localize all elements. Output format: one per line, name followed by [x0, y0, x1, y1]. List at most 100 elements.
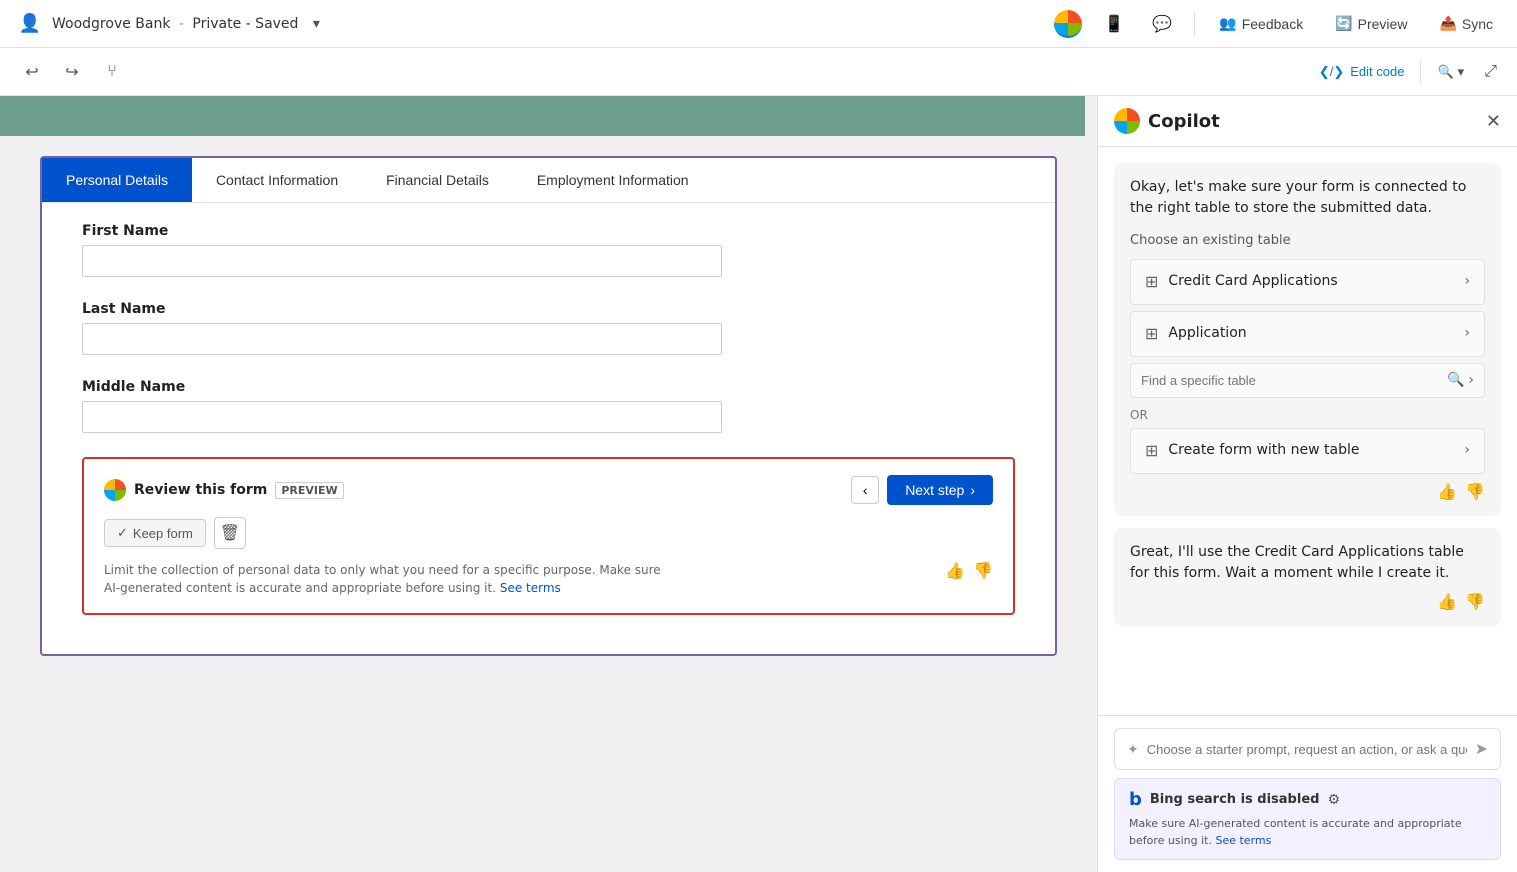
see-terms-link[interactable]: See terms — [500, 581, 561, 595]
topbar: 👤 Woodgrove Bank - Private - Saved ▾ 📱 💬… — [0, 0, 1517, 48]
next-step-button[interactable]: Next step › — [887, 475, 993, 505]
bing-see-terms-link[interactable]: See terms — [1215, 834, 1271, 847]
chevron-right-icon-3: › — [1464, 440, 1470, 461]
bing-notice: b Bing search is disabled ⚙ Make sure AI… — [1114, 778, 1501, 860]
form-body: First Name Last Name Middle Name — [42, 203, 1055, 635]
chat-message-2: Great, I'll use the Credit Card Applicat… — [1114, 528, 1501, 626]
chat-icon[interactable]: 💬 — [1146, 8, 1178, 40]
app-status: Private - Saved — [192, 16, 298, 32]
review-thumbs: 👍 👎 — [945, 561, 993, 581]
last-name-field: Last Name — [82, 301, 1015, 355]
copilot-review-icon — [104, 479, 126, 501]
feedback-label: Feedback — [1242, 16, 1303, 32]
search-icon: 🔍 — [1447, 370, 1464, 391]
middle-name-input[interactable] — [82, 401, 722, 433]
sync-button[interactable]: 📤 Sync — [1431, 11, 1501, 36]
send-button[interactable]: ➤ — [1475, 739, 1488, 759]
prev-arrow[interactable]: ‹ — [851, 476, 879, 504]
redo-button[interactable]: ↪ — [56, 56, 88, 88]
table-label-2: Application — [1168, 323, 1246, 344]
next-step-label: Next step — [905, 482, 964, 498]
chat-input-area: ✦ ➤ b Bing search is disabled ⚙ Make sur… — [1098, 715, 1517, 872]
chat-input-box: ✦ ➤ — [1114, 728, 1501, 770]
toolbar-divider — [1420, 60, 1421, 84]
copilot-title-text: Copilot — [1148, 111, 1220, 132]
expand-button[interactable]: ⤢ — [1480, 59, 1501, 85]
first-name-input[interactable] — [82, 245, 722, 277]
review-title: Review this form PREVIEW — [104, 479, 344, 501]
zoom-icon: 🔍 — [1437, 64, 1453, 80]
message-1-thumbs: 👍 👎 — [1130, 482, 1485, 502]
tab-contact-information[interactable]: Contact Information — [192, 158, 362, 202]
msg1-thumbs-down[interactable]: 👎 — [1465, 482, 1485, 502]
find-table-input[interactable] — [1141, 373, 1447, 388]
copilot-header: Copilot ✕ — [1098, 96, 1517, 147]
app-title: Woodgrove Bank - Private - Saved — [52, 16, 298, 32]
last-name-label: Last Name — [82, 301, 1015, 317]
close-button[interactable]: ✕ — [1486, 111, 1501, 132]
chevron-right-icon-1: › — [1464, 271, 1470, 292]
branch-button[interactable]: ⑂ — [96, 56, 128, 88]
canvas: Personal Details Contact Information Fin… — [0, 96, 1097, 872]
msg2-thumbs-down[interactable]: 👎 — [1465, 592, 1485, 612]
main-area: Personal Details Contact Information Fin… — [0, 96, 1517, 872]
or-label: OR — [1130, 406, 1485, 424]
tab-personal-details[interactable]: Personal Details — [42, 158, 192, 202]
keep-form-label: Keep form — [133, 526, 193, 541]
keep-form-button[interactable]: ✓ Keep form — [104, 519, 206, 547]
new-table-option[interactable]: ⊞ Create form with new table › — [1130, 428, 1485, 474]
chevron-down-btn[interactable]: ▾ — [306, 14, 326, 34]
preview-icon: 🔄 — [1335, 15, 1352, 32]
review-notice-text: Limit the collection of personal data to… — [104, 563, 661, 595]
form-tabs: Personal Details Contact Information Fin… — [42, 158, 1055, 203]
message-2-text: Great, I'll use the Credit Card Applicat… — [1130, 542, 1485, 584]
message-2-thumbs: 👍 👎 — [1130, 592, 1485, 612]
edit-code-button[interactable]: ❮/❯ Edit code — [1311, 60, 1413, 84]
canvas-header-bar — [0, 96, 1085, 136]
first-name-field: First Name — [82, 223, 1015, 277]
middle-name-field: Middle Name — [82, 379, 1015, 433]
edit-code-label: Edit code — [1350, 64, 1404, 79]
table-option-application[interactable]: ⊞ Application › — [1130, 311, 1485, 357]
msg2-thumbs-up[interactable]: 👍 — [1437, 592, 1457, 612]
tab-employment-information[interactable]: Employment Information — [513, 158, 713, 202]
delete-button[interactable]: 🗑 — [214, 517, 246, 549]
next-chevron-icon: › — [970, 482, 975, 498]
topbar-left: 👤 Woodgrove Bank - Private - Saved ▾ — [16, 10, 1042, 38]
last-name-input[interactable] — [82, 323, 722, 355]
gear-icon[interactable]: ⚙ — [1327, 792, 1340, 808]
thumbs-down-button[interactable]: 👎 — [973, 561, 993, 581]
canvas-inner: Personal Details Contact Information Fin… — [0, 96, 1097, 872]
form-container: Personal Details Contact Information Fin… — [40, 156, 1057, 656]
preview-button[interactable]: 🔄 Preview — [1327, 11, 1415, 36]
thumbs-up-button[interactable]: 👍 — [945, 561, 965, 581]
find-chevron-icon: › — [1468, 370, 1474, 391]
copilot-body: Okay, let's make sure your form is conne… — [1098, 147, 1517, 715]
bing-logo: b — [1129, 789, 1142, 810]
table-option-credit-card[interactable]: ⊞ Credit Card Applications › — [1130, 259, 1485, 305]
check-icon: ✓ — [117, 525, 128, 541]
copilot-icon[interactable] — [1054, 10, 1082, 38]
review-notice: Limit the collection of personal data to… — [104, 561, 664, 597]
feedback-icon: 👥 — [1219, 15, 1236, 32]
review-header: Review this form PREVIEW ‹ Next step › — [104, 475, 993, 505]
tab-financial-details[interactable]: Financial Details — [362, 158, 513, 202]
undo-button[interactable]: ↩ — [16, 56, 48, 88]
spark-icon-btn[interactable]: ✦ — [1127, 741, 1139, 758]
new-table-icon: ⊞ — [1145, 439, 1158, 463]
zoom-chevron: ▾ — [1458, 64, 1465, 80]
divider — [1194, 12, 1195, 36]
msg1-thumbs-up[interactable]: 👍 — [1437, 482, 1457, 502]
table-icon-2: ⊞ — [1145, 322, 1158, 346]
new-table-label: Create form with new table — [1168, 440, 1359, 461]
bing-title: Bing search is disabled — [1150, 792, 1320, 807]
review-panel: Review this form PREVIEW ‹ Next step › — [82, 457, 1015, 615]
preview-label: Preview — [1358, 16, 1408, 32]
first-name-label: First Name — [82, 223, 1015, 239]
zoom-button[interactable]: 🔍 ▾ — [1429, 60, 1472, 84]
device-icon[interactable]: 📱 — [1098, 8, 1130, 40]
find-table-container[interactable]: 🔍 › — [1130, 363, 1485, 398]
feedback-button[interactable]: 👥 Feedback — [1211, 11, 1311, 36]
table-icon-1: ⊞ — [1145, 270, 1158, 294]
chat-input[interactable] — [1147, 742, 1467, 757]
